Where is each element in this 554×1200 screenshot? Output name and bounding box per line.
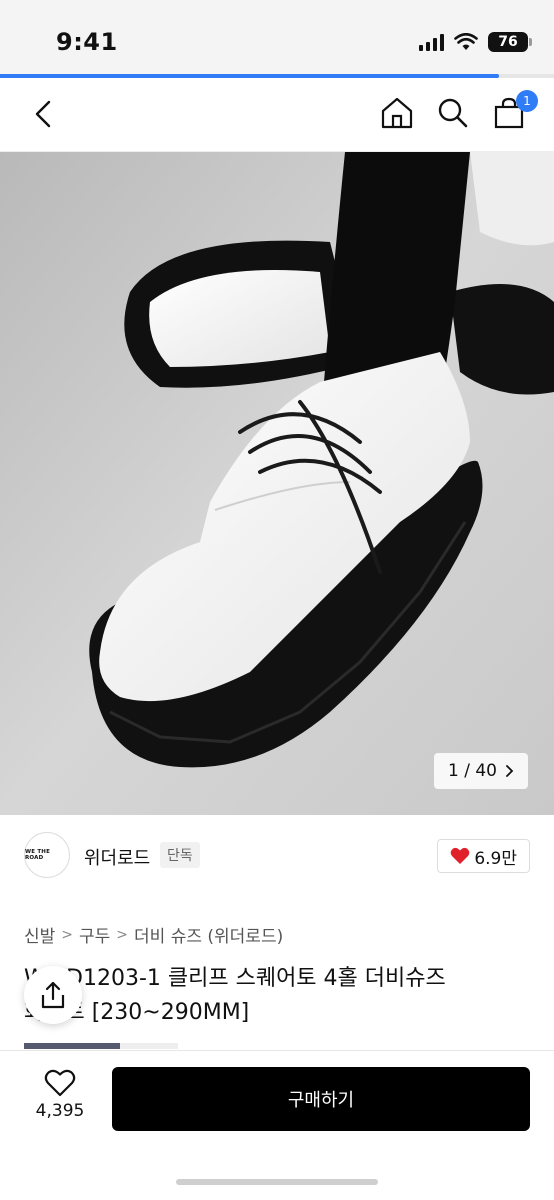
brand-like-count: 6.9만 [474, 848, 517, 869]
share-icon [41, 981, 65, 1009]
brand-logo[interactable]: WE THE ROAD [24, 832, 70, 878]
image-counter[interactable]: 1 / 40 [434, 753, 528, 789]
nav-actions: 1 [378, 90, 538, 132]
product-title-line2: 화이트 [230~290MM] [24, 1000, 250, 1025]
cart-count-badge: 1 [516, 90, 538, 112]
battery-icon: 76 [488, 32, 532, 52]
status-bar: 9:41 76 [0, 0, 554, 76]
brand-like-button[interactable]: 6.9만 [437, 839, 530, 873]
bottom-action-bar: 4,395 구매하기 [0, 1050, 554, 1200]
chevron-left-icon [35, 100, 51, 128]
brand-logo-text: WE THE ROAD [25, 849, 51, 861]
heart-outline-icon [44, 1069, 76, 1097]
status-time: 9:41 [56, 28, 118, 56]
search-icon [438, 98, 468, 128]
image-counter-text: 1 / 40 [448, 761, 497, 781]
brand-row: WE THE ROAD 위더로드 단독 6.9만 [24, 832, 530, 880]
home-button[interactable] [378, 94, 416, 132]
breadcrumb-item[interactable]: 더비 슈즈 (위더로드) [134, 922, 283, 947]
product-photo [0, 152, 554, 815]
buy-button[interactable]: 구매하기 [112, 1067, 530, 1131]
chevron-right-icon: > [61, 926, 74, 943]
top-nav: 1 [0, 78, 554, 152]
breadcrumb-item[interactable]: 구두 [79, 922, 110, 947]
product-title-line1: W PD1203-1 클리프 스퀘어토 4홀 더비슈즈 [24, 966, 446, 991]
wifi-icon [454, 33, 478, 50]
tab-inactive-segment [120, 1043, 178, 1049]
home-indicator [176, 1179, 378, 1185]
heart-filled-icon [450, 847, 470, 864]
chevron-right-icon: > [116, 926, 129, 943]
chevron-right-icon [506, 765, 514, 777]
breadcrumb: 신발 > 구두 > 더비 슈즈 (위더로드) [24, 922, 283, 948]
wishlist-button[interactable]: 4,395 [30, 1069, 90, 1121]
status-icons: 76 [419, 32, 532, 52]
cart-button[interactable]: 1 [490, 90, 538, 132]
breadcrumb-item[interactable]: 신발 [24, 922, 55, 947]
product-image-gallery[interactable]: 1 / 40 [0, 152, 554, 815]
back-button[interactable] [28, 98, 58, 130]
search-button[interactable] [434, 94, 472, 132]
brand-name[interactable]: 위더로드 [84, 844, 150, 870]
wishlist-count: 4,395 [35, 1101, 85, 1121]
tab-active-segment [24, 1043, 120, 1049]
section-tab-strip [24, 1043, 178, 1049]
signal-icon [419, 33, 444, 51]
exclusive-badge: 단독 [160, 842, 200, 868]
home-icon [381, 97, 413, 129]
product-title: W PD1203-1 클리프 스퀘어토 4홀 더비슈즈 화이트 [230~290… [24, 962, 534, 1030]
share-button[interactable] [24, 966, 82, 1024]
